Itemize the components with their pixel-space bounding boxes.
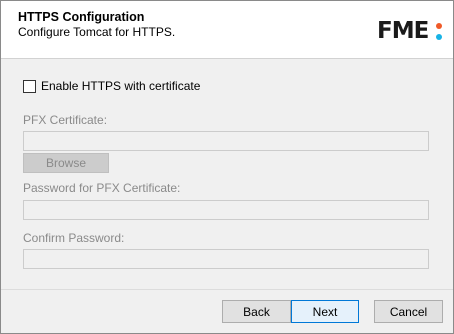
pfx-certificate-label: PFX Certificate: [23,113,108,127]
enable-https-checkbox-row[interactable]: Enable HTTPS with certificate [23,78,200,94]
cancel-button[interactable]: Cancel [374,300,443,323]
confirm-password-label: Confirm Password: [23,231,125,245]
browse-button[interactable]: Browse [23,153,109,173]
logo-dot-orange [436,23,442,29]
pfx-password-label: Password for PFX Certificate: [23,181,181,195]
installer-dialog: HTTPS Configuration Configure Tomcat for… [0,0,454,334]
fme-logo: FME [377,17,447,47]
back-button[interactable]: Back [222,300,291,323]
dialog-content: Enable HTTPS with certificate PFX Certif… [1,60,453,288]
pfx-certificate-field[interactable] [23,131,429,151]
footer-divider [1,289,453,290]
logo-dot-blue [436,34,442,40]
page-subtitle: Configure Tomcat for HTTPS. [18,25,176,39]
page-title: HTTPS Configuration [18,10,145,24]
confirm-password-field[interactable] [23,249,429,269]
pfx-password-field[interactable] [23,200,429,220]
next-button[interactable]: Next [291,300,359,323]
enable-https-label: Enable HTTPS with certificate [41,79,201,93]
enable-https-checkbox[interactable] [23,79,36,93]
dialog-header: HTTPS Configuration Configure Tomcat for… [1,1,453,59]
logo-text: FME [377,18,429,44]
